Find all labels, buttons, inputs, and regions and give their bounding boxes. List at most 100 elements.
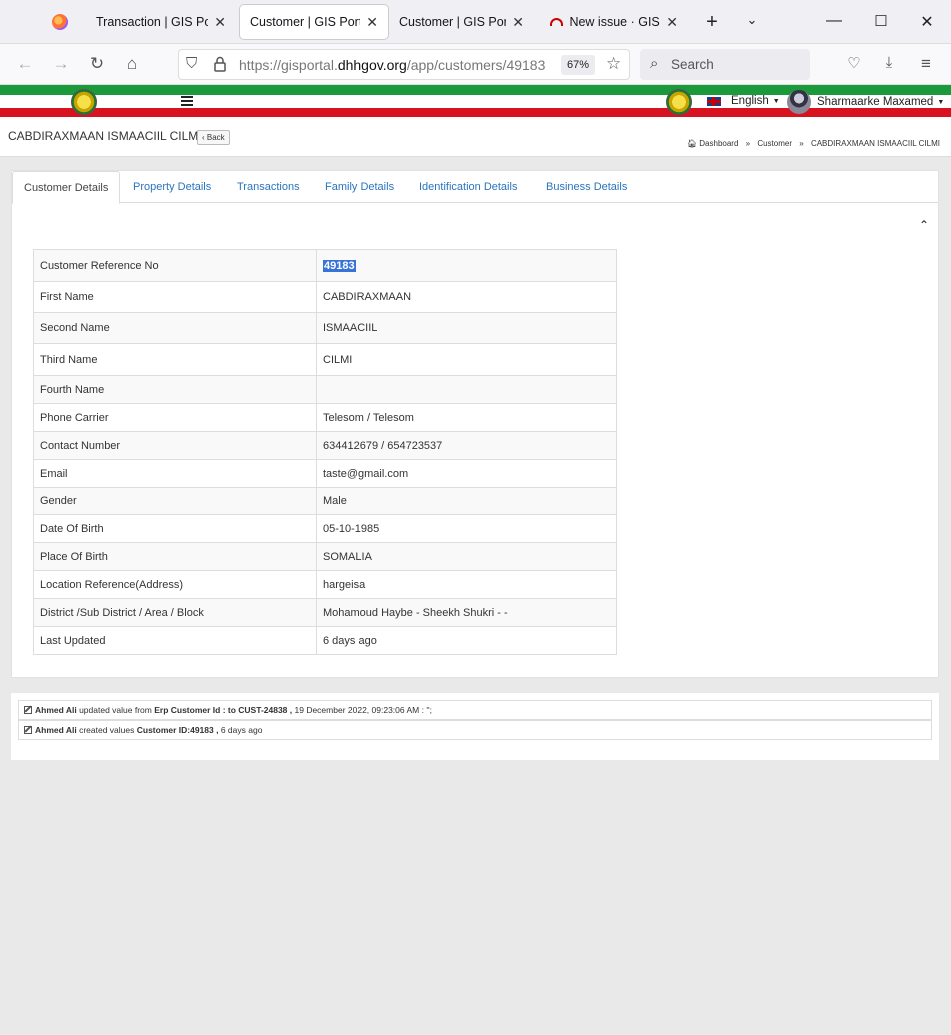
avatar: [787, 90, 811, 114]
address-bar[interactable]: ⛉ https://gisportal.dhhgov.org/app/custo…: [178, 49, 630, 80]
close-icon[interactable]: ✕: [214, 14, 226, 31]
home-icon: 🏠︎: [686, 139, 698, 148]
search-input[interactable]: ⌕ Search: [640, 49, 810, 80]
browser-nav-bar: ← → ↻ ⌂ ⛉ https://gisportal.dhhgov.org/a…: [0, 44, 951, 85]
zoom-level[interactable]: 67%: [561, 55, 596, 75]
firefox-icon[interactable]: [52, 14, 68, 30]
collapse-chevron-up-icon[interactable]: ⌃: [919, 218, 929, 232]
user-menu[interactable]: Sharmaarke Maxamed ▼: [787, 90, 944, 114]
browser-tab-bar: Transaction | GIS Portal ✕ Customer | GI…: [0, 0, 951, 44]
tab-transactions[interactable]: Transactions: [226, 171, 311, 203]
tab-title: Customer | GIS Portal: [250, 15, 361, 29]
field-value: Mohamoud Haybe - Sheekh Shukri - -: [316, 598, 617, 627]
field-label: First Name: [33, 281, 317, 313]
field-label: Place Of Birth: [33, 542, 317, 571]
breadcrumb: 🏠︎ Dashboard » Customer » CABDIRAXMAAN I…: [686, 139, 940, 148]
table-row: Second Name ISMAACIIL: [33, 312, 617, 344]
customer-details-table: Customer Reference No 49183 First Name CABD…: [33, 249, 617, 655]
hamburger-menu-icon[interactable]: [181, 96, 193, 106]
reload-icon[interactable]: ↻: [87, 54, 107, 74]
home-icon[interactable]: ⌂: [122, 54, 142, 74]
url-text[interactable]: https://gisportal.dhhgov.org/app/custome…: [239, 57, 545, 73]
table-row: Fourth Name: [33, 375, 617, 404]
breadcrumb-dashboard[interactable]: Dashboard: [699, 139, 738, 148]
detail-tabs: Customer Details Property Details Transa…: [12, 171, 938, 204]
breadcrumb-customer[interactable]: Customer: [757, 139, 792, 148]
field-label: Location Reference(Address): [33, 570, 317, 599]
tab-identification-details[interactable]: Identification Details: [408, 171, 528, 203]
field-value: Male: [316, 487, 617, 515]
pocket-icon[interactable]: ♡: [844, 54, 864, 72]
field-label: Phone Carrier: [33, 403, 317, 432]
browser-tab-customer[interactable]: Customer | GIS Portal ✕: [389, 5, 534, 39]
close-icon[interactable]: ✕: [366, 14, 378, 31]
new-tab-icon[interactable]: +: [702, 11, 722, 34]
table-row: First Name CABDIRAXMAAN: [33, 281, 617, 313]
tab-business-details[interactable]: Business Details: [535, 171, 638, 203]
download-icon[interactable]: ⤓: [879, 54, 899, 71]
site-header: English ▼ Sharmaarke Maxamed ▼: [0, 85, 951, 117]
field-label: Contact Number: [33, 431, 317, 460]
table-row: Last Updated 6 days ago: [33, 626, 617, 655]
field-value: taste@gmail.com: [316, 459, 617, 488]
window-close-icon[interactable]: ✕: [917, 12, 937, 32]
log-entry: Ahmed Ali created values Customer ID:491…: [18, 720, 932, 740]
bookmark-star-icon[interactable]: ☆: [606, 54, 621, 74]
table-row: Email taste@gmail.com: [33, 459, 617, 488]
back-arrow-icon[interactable]: ←: [15, 54, 35, 74]
tab-title: New issue · GIS-HR: [569, 15, 660, 29]
edit-icon: [24, 726, 32, 734]
selected-reference-number[interactable]: 49183: [323, 259, 356, 272]
caret-down-icon: ▼: [937, 98, 945, 106]
edit-icon: [24, 706, 32, 714]
table-row: Customer Reference No 49183: [33, 249, 617, 282]
field-label: Fourth Name: [33, 375, 317, 404]
page-title: CABDIRAXMAAN ISMAACIIL CILMI: [8, 129, 202, 143]
field-label: District /Sub District / Area / Block: [33, 598, 317, 627]
table-row: Contact Number 634412679 / 654723537: [33, 431, 617, 460]
field-value: CILMI: [316, 343, 617, 376]
field-value: 634412679 / 654723537: [316, 431, 617, 460]
browser-tab-transaction[interactable]: Transaction | GIS Portal ✕: [86, 5, 236, 39]
field-value: [316, 375, 617, 404]
back-button[interactable]: ‹ Back: [197, 130, 230, 145]
field-value: 05-10-1985: [316, 514, 617, 543]
gitlab-icon: [550, 18, 564, 26]
browser-tab-new-issue[interactable]: New issue · GIS-HR ✕: [540, 5, 688, 39]
search-placeholder: Search: [671, 57, 714, 72]
field-value: CABDIRAXMAAN: [316, 281, 617, 313]
emblem-logo-right: [666, 89, 692, 115]
field-label: Gender: [33, 487, 317, 515]
language-selector[interactable]: English ▼: [707, 95, 780, 107]
close-icon[interactable]: ✕: [666, 14, 678, 31]
field-label: Third Name: [33, 343, 317, 376]
table-row: Third Name CILMI: [33, 343, 617, 376]
shield-icon[interactable]: ⛉: [186, 55, 197, 72]
table-row: District /Sub District / Area / Block Moh…: [33, 598, 617, 627]
page-header: CABDIRAXMAAN ISMAACIIL CILMI ‹ Back 🏠︎ D…: [0, 117, 951, 157]
field-value: hargeisa: [316, 570, 617, 599]
uk-flag-icon: [707, 96, 721, 106]
breadcrumb-current: CABDIRAXMAAN ISMAACIIL CILMI: [810, 139, 940, 148]
tab-title: Customer | GIS Portal: [399, 15, 507, 29]
page-content: English ▼ Sharmaarke Maxamed ▼ CABDIRAXM…: [0, 85, 951, 1035]
list-tabs-chevron-icon[interactable]: ⌄: [742, 12, 762, 28]
tab-property-details[interactable]: Property Details: [122, 171, 222, 203]
forward-arrow-icon[interactable]: →: [51, 54, 71, 74]
emblem-logo[interactable]: [71, 89, 97, 115]
maximize-icon[interactable]: ☐: [871, 12, 891, 30]
tab-family-details[interactable]: Family Details: [314, 171, 405, 203]
field-label: Last Updated: [33, 626, 317, 655]
lock-icon[interactable]: [214, 56, 226, 72]
table-row: Place Of Birth SOMALIA: [33, 542, 617, 571]
table-row: Gender Male: [33, 487, 617, 515]
close-icon[interactable]: ✕: [512, 14, 524, 31]
search-icon: ⌕: [650, 55, 659, 72]
browser-tab-customer-active[interactable]: Customer | GIS Portal ✕: [240, 5, 388, 39]
tab-customer-details[interactable]: Customer Details: [12, 171, 121, 204]
menu-icon[interactable]: ≡: [916, 54, 936, 74]
field-value: 49183: [316, 249, 617, 282]
field-value: Telesom / Telesom: [316, 403, 617, 432]
customer-panel: Customer Details Property Details Transa…: [11, 170, 939, 678]
minimize-icon[interactable]: —: [824, 12, 844, 30]
